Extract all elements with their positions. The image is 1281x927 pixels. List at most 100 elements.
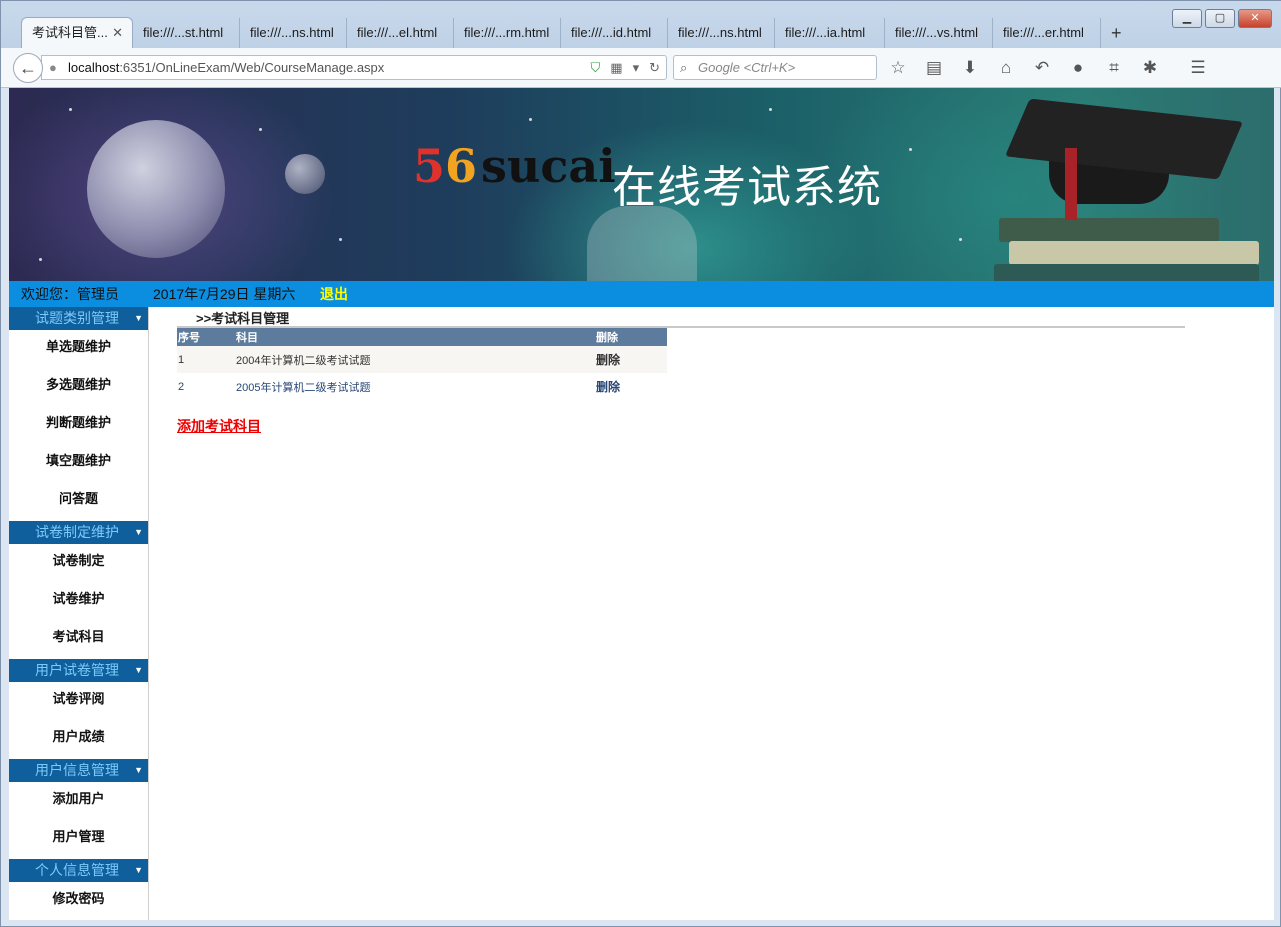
add-subject-link[interactable]: 添加考试科目 [177, 416, 261, 436]
info-bar: 欢迎您：管理员 2017年7月29日 星期六 退出 [9, 281, 1274, 307]
date-text: 2017年7月29日 星期六 [153, 286, 296, 302]
sidebar-section-question-types[interactable]: 试题类别管理 ▼ [9, 307, 148, 330]
globe-icon: ● [49, 60, 57, 75]
browser-window: 考试科目管... ✕ file:///...st.html file:///..… [0, 0, 1281, 927]
row-subject: 2004年计算机二级考试试题 [235, 346, 595, 373]
url-bar[interactable]: ● localhost:6351/OnLineExam/Web/CourseMa… [41, 55, 667, 80]
logo-word: sucai [481, 139, 616, 193]
tab[interactable]: file:///...id.html [561, 18, 668, 48]
sidebar-section-personal[interactable]: 个人信息管理 ▼ [9, 859, 148, 882]
tab[interactable]: file:///...ns.html [668, 18, 775, 48]
reload-icon[interactable]: ↻ [649, 56, 660, 79]
caret-down-icon: ▼ [134, 765, 143, 775]
sidebar-item-qa[interactable]: 问答题 [9, 483, 148, 521]
tab-label: 考试科目管... [32, 25, 108, 40]
url-host: localhost [68, 60, 120, 75]
sidebar-section-title: 用户信息管理 [35, 762, 119, 778]
sidebar-item-change-password[interactable]: 修改密码 [9, 883, 148, 920]
reading-list-icon[interactable]: ▤ [923, 56, 945, 80]
navigation-bar: ● localhost:6351/OnLineExam/Web/CourseMa… [1, 48, 1281, 88]
site-logo: 56sucai [413, 136, 616, 196]
qr-code-icon[interactable]: ▦ [610, 56, 622, 79]
undo-icon[interactable]: ↶ [1031, 56, 1053, 80]
tab[interactable]: file:///...ia.html [775, 18, 885, 48]
cap-tassel [1065, 148, 1077, 220]
tab[interactable]: file:///...st.html [133, 18, 240, 48]
caret-down-icon: ▼ [134, 865, 143, 875]
close-window-icon[interactable]: ✕ [1238, 9, 1272, 28]
subjects-table: 序号 科目 删除 1 2004年计算机二级考试试题 删除 2 2005年计算机二… [177, 328, 667, 400]
book-graphic [994, 264, 1259, 281]
download-icon[interactable]: ⬇ [959, 56, 981, 80]
hand-graphic [587, 206, 697, 281]
home-icon[interactable]: ⌂ [995, 56, 1017, 80]
sidebar-item-fill-blank[interactable]: 填空题维护 [9, 445, 148, 483]
tab-strip: 考试科目管... ✕ file:///...st.html file:///..… [1, 1, 1281, 48]
graduation-cap-icon [1004, 98, 1244, 180]
main-content: >>考试科目管理 序号 科目 删除 1 2004年计算机二级考试试题 删除 2 … [177, 307, 1185, 436]
search-placeholder: Google <Ctrl+K> [698, 60, 796, 75]
caret-down-icon: ▼ [134, 313, 143, 323]
sidebar-item-multiple-choice[interactable]: 多选题维护 [9, 369, 148, 407]
tab[interactable]: file:///...rm.html [454, 18, 561, 48]
planet-graphic [87, 120, 225, 258]
sidebar-item-create-paper[interactable]: 试卷制定 [9, 545, 148, 583]
column-header-no: 序号 [177, 328, 235, 346]
tab[interactable]: file:///...ns.html [240, 18, 347, 48]
sidebar-item-single-choice[interactable]: 单选题维护 [9, 331, 148, 369]
shield-icon[interactable]: ⛉ [591, 56, 601, 79]
back-arrow-icon: ← [19, 58, 37, 78]
menu-icon[interactable]: ☰ [1187, 56, 1209, 80]
sidebar-item-true-false[interactable]: 判断题维护 [9, 407, 148, 445]
sidebar-section-title: 个人信息管理 [35, 862, 119, 878]
logout-link[interactable]: 退出 [320, 281, 348, 307]
window-controls: ▁ ▢ ✕ [1172, 9, 1272, 28]
dropdown-arrow-icon[interactable]: ▾ [633, 56, 640, 79]
crop-icon[interactable]: ⌗ [1103, 56, 1125, 80]
sidebar-item-user-scores[interactable]: 用户成绩 [9, 721, 148, 759]
delete-link[interactable]: 删除 [595, 346, 667, 373]
sidebar-item-add-user[interactable]: 添加用户 [9, 783, 148, 821]
sidebar-item-review-papers[interactable]: 试卷评阅 [9, 683, 148, 721]
sidebar-section-title: 试题类别管理 [35, 310, 119, 326]
delete-link[interactable]: 删除 [595, 373, 667, 400]
chat-icon[interactable]: ● [1067, 56, 1089, 80]
column-header-delete: 删除 [595, 328, 667, 346]
search-icon: ⌕ [680, 60, 688, 75]
sidebar-section-user-papers[interactable]: 用户试卷管理 ▼ [9, 659, 148, 682]
caret-down-icon: ▼ [134, 665, 143, 675]
tab[interactable]: file:///...er.html [993, 18, 1101, 48]
table-row: 2 2005年计算机二级考试试题 删除 [177, 373, 667, 400]
tab-active[interactable]: 考试科目管... ✕ [21, 17, 133, 48]
sidebar-section-user-info[interactable]: 用户信息管理 ▼ [9, 759, 148, 782]
sidebar-item-manage-users[interactable]: 用户管理 [9, 821, 148, 859]
tab[interactable]: file:///...vs.html [885, 18, 993, 48]
tab[interactable]: file:///...el.html [347, 18, 454, 48]
tab-close-icon[interactable]: ✕ [112, 18, 123, 48]
sidebar-section-papers[interactable]: 试卷制定维护 ▼ [9, 521, 148, 544]
toolbar-icons: ☆ ▤ ⬇ ⌂ ↶ ● ⌗ ✱ ☰ [887, 56, 1209, 80]
system-title: 在线考试系统 [612, 162, 882, 213]
welcome-text: 欢迎您：管理员 [21, 286, 119, 302]
extension-icon[interactable]: ✱ [1139, 56, 1161, 80]
sidebar-item-maintain-paper[interactable]: 试卷维护 [9, 583, 148, 621]
row-subject: 2005年计算机二级考试试题 [235, 373, 595, 400]
book-graphic [999, 218, 1219, 242]
logo-digit-5: 5 [413, 139, 446, 193]
page-viewport: 56sucai 在线考试系统 欢迎您：管理员 2017年7月29日 星期六 退出… [9, 88, 1274, 920]
maximize-icon[interactable]: ▢ [1205, 9, 1235, 28]
minimize-icon[interactable]: ▁ [1172, 9, 1202, 28]
row-number: 2 [177, 373, 235, 400]
back-button[interactable]: ← [13, 53, 43, 83]
search-bar[interactable]: ⌕ Google <Ctrl+K> [673, 55, 877, 80]
sidebar-section-title: 用户试卷管理 [35, 662, 119, 678]
sidebar-item-exam-subjects[interactable]: 考试科目 [9, 621, 148, 659]
breadcrumb: >>考试科目管理 [177, 307, 1185, 328]
table-row: 1 2004年计算机二级考试试题 删除 [177, 346, 667, 373]
bookmark-star-icon[interactable]: ☆ [887, 56, 909, 80]
sidebar: 试题类别管理 ▼ 单选题维护 多选题维护 判断题维护 填空题维护 问答题 试卷制… [9, 307, 149, 920]
book-graphic [1009, 241, 1259, 265]
new-tab-button[interactable]: + [1111, 18, 1122, 48]
small-planet-graphic [285, 154, 325, 194]
row-number: 1 [177, 346, 235, 373]
